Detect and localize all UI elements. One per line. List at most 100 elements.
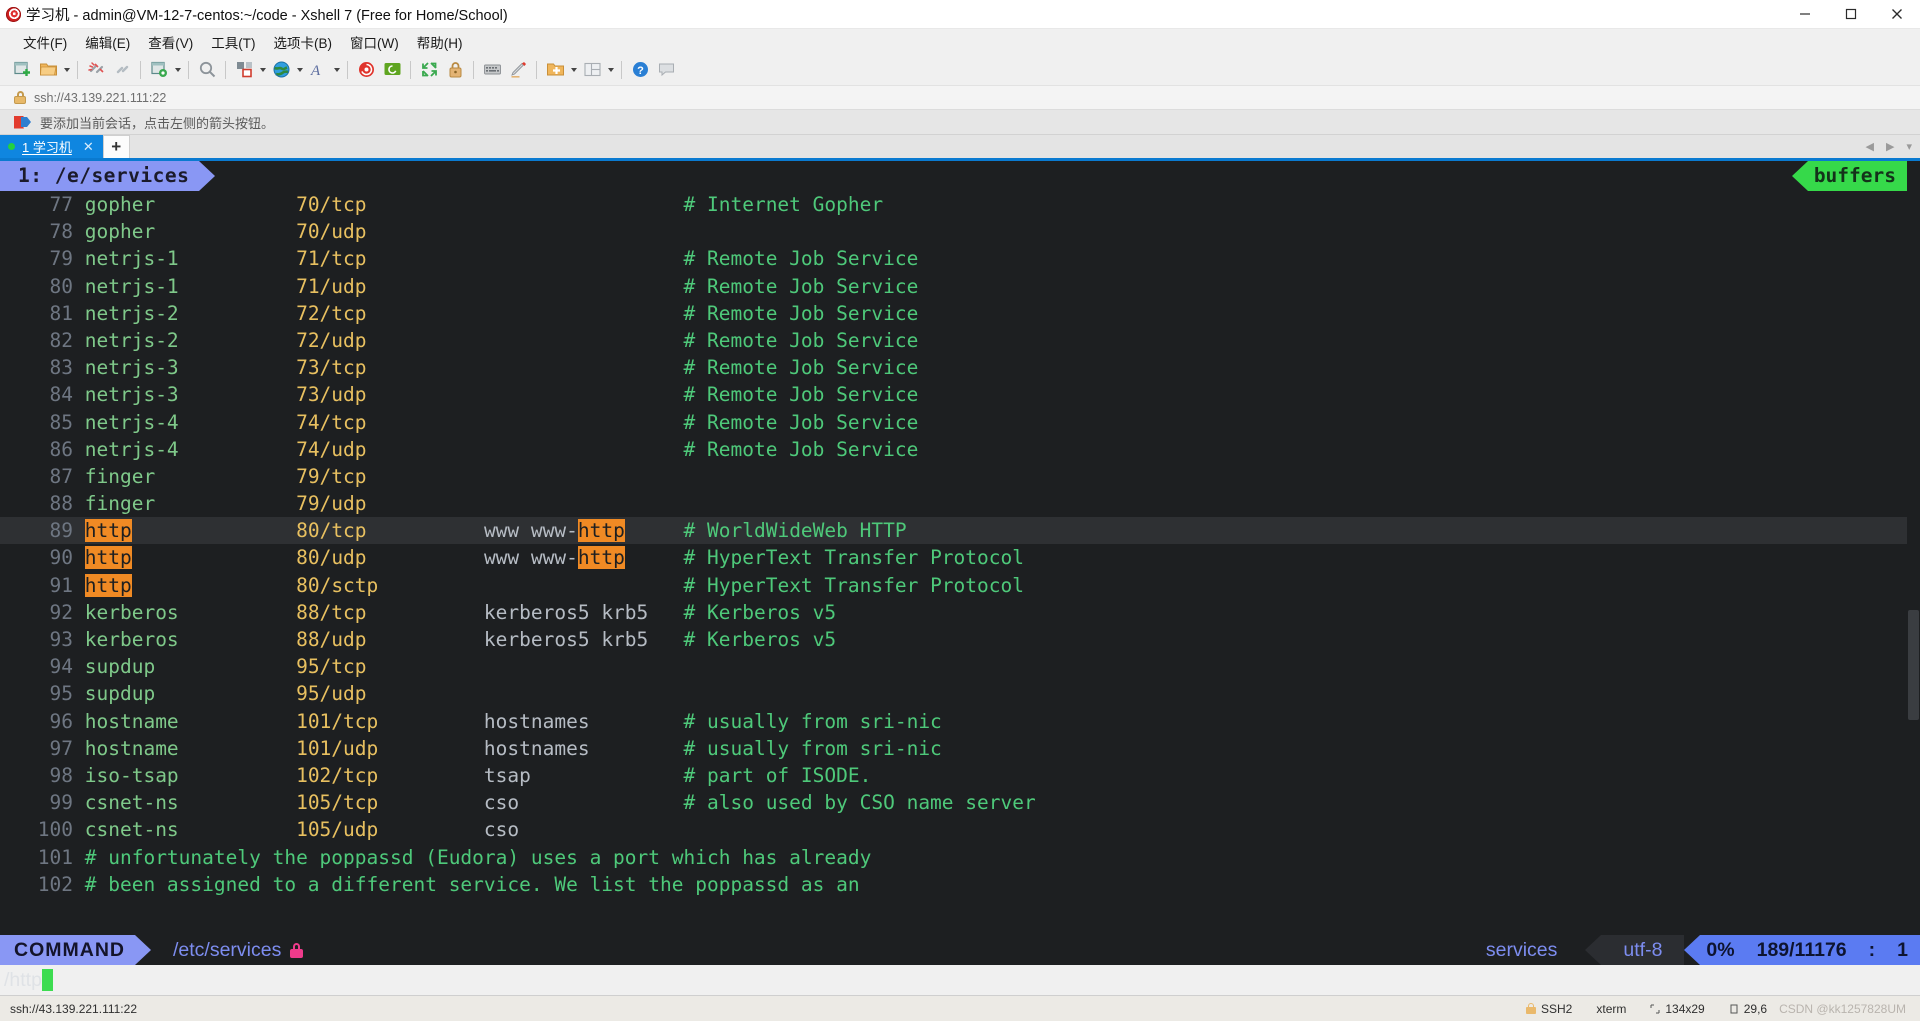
vim-command-line[interactable]: /http xyxy=(0,965,1920,995)
reconnect-icon[interactable] xyxy=(109,58,135,82)
snail-icon xyxy=(5,6,21,22)
connection-status-dot xyxy=(8,143,15,150)
add-folder-icon[interactable] xyxy=(542,58,568,82)
tab-scroll-left-icon[interactable]: ◀ xyxy=(1866,140,1874,153)
status-protocol-item: SSH2 xyxy=(1514,1002,1584,1016)
toolbar-separator xyxy=(347,60,348,79)
code-line: 98 iso-tsap 102/tcp tsap # part of ISODE… xyxy=(49,763,872,787)
xshell-window: 学习机 - admin@VM-12-7-centos:~/code - Xshe… xyxy=(0,0,1920,1021)
toolbar-separator xyxy=(140,60,141,79)
vim-status-right: services utf-8 0% 189/11176 : 1 xyxy=(1476,935,1920,965)
terminal-cursor xyxy=(41,969,53,991)
lock-icon[interactable] xyxy=(442,58,468,82)
notice-text: 要添加当前会话，点击左侧的箭头按钮。 xyxy=(40,115,275,131)
vim-line-position: 189/11176 xyxy=(1756,938,1847,961)
minimize-button[interactable] xyxy=(1782,0,1828,29)
session-properties-dropdown-icon[interactable] xyxy=(172,58,183,82)
code-line: 95 supdup 95/udp xyxy=(49,682,484,706)
status-size: 134x29 xyxy=(1665,1001,1705,1016)
code-line: 97 hostname 101/udp hostnames # usually … xyxy=(49,736,942,760)
notice-bar: 要添加当前会话，点击左侧的箭头按钮。 xyxy=(0,109,1920,135)
xshell-icon[interactable] xyxy=(353,58,379,82)
new-session-icon[interactable] xyxy=(9,58,35,82)
font-dropdown-icon[interactable] xyxy=(331,58,342,82)
menu-edit[interactable]: 编辑(E) xyxy=(76,30,139,54)
globe-dropdown-icon[interactable] xyxy=(294,58,305,82)
address-bar[interactable]: ssh://43.139.221.111:22 xyxy=(0,85,1920,109)
session-url: ssh://43.139.221.111:22 xyxy=(34,90,167,105)
split-view-dropdown-icon[interactable] xyxy=(605,58,616,82)
code-line: 86 netrjs-4 74/udp # Remote Job Service xyxy=(49,437,919,461)
vim-sep-icon xyxy=(1585,935,1602,965)
open-folder-dropdown-icon[interactable] xyxy=(61,58,72,82)
toolbar-separator xyxy=(225,60,226,79)
session-properties-icon[interactable] xyxy=(146,58,172,82)
code-line: 83 netrjs-3 73/tcp # Remote Job Service xyxy=(49,356,919,380)
layout-dropdown-icon[interactable] xyxy=(257,58,268,82)
code-line: 99 csnet-ns 105/tcp cso # also used by C… xyxy=(49,791,1036,815)
vim-percent: 0% xyxy=(1706,938,1735,961)
tab-strip-right: ◀ ▶ ▾ xyxy=(129,135,1920,158)
highlight-pen-icon[interactable] xyxy=(505,58,531,82)
font-icon[interactable]: A xyxy=(305,58,331,82)
vim-tabline-left[interactable]: 1: /e/services xyxy=(0,161,216,191)
layout-icon[interactable] xyxy=(231,58,257,82)
lock-icon xyxy=(14,91,26,104)
code-line: 89 http 80/tcp www www-http # WorldWideW… xyxy=(0,517,1920,545)
code-line: 90 http 80/udp www www-http # HyperText … xyxy=(49,546,1024,570)
add-folder-dropdown-icon[interactable] xyxy=(568,58,579,82)
status-bar: ssh://43.139.221.111:22 SSH2 xterm 134x2… xyxy=(0,995,1920,1021)
tab-list-icon[interactable]: ▾ xyxy=(1906,140,1912,153)
open-folder-icon[interactable] xyxy=(35,58,61,82)
menu-view[interactable]: 查看(V) xyxy=(139,30,202,54)
close-button[interactable] xyxy=(1874,0,1920,29)
fullscreen-icon[interactable] xyxy=(416,58,442,82)
vim-encoding: utf-8 xyxy=(1601,935,1685,965)
file-content[interactable]: 77 gopher 70/tcp # Internet Gopher 78 gop… xyxy=(0,191,1920,898)
status-size-item: 134x29 xyxy=(1638,1002,1716,1016)
status-url-wrap: ssh://43.139.221.111:22 xyxy=(10,1002,137,1016)
status-terminal-type: xterm xyxy=(1596,1001,1627,1016)
toolbar-separator xyxy=(536,60,537,79)
menu-help[interactable]: 帮助(H) xyxy=(408,30,472,54)
disconnect-icon[interactable] xyxy=(83,58,109,82)
maximize-button[interactable] xyxy=(1828,0,1874,29)
menu-tabs[interactable]: 选项卡(B) xyxy=(265,30,342,54)
new-tab-button[interactable]: + xyxy=(102,135,130,158)
terminal-scrollbar[interactable] xyxy=(1907,161,1920,935)
split-view-icon[interactable] xyxy=(579,58,605,82)
find-icon[interactable] xyxy=(194,58,220,82)
status-cursor-item: 29,6 xyxy=(1717,1002,1779,1016)
vim-tabline-right: buffers xyxy=(1791,161,1920,191)
menu-tools[interactable]: 工具(T) xyxy=(202,30,264,54)
keyboard-icon[interactable] xyxy=(479,58,505,82)
cursor-icon xyxy=(1730,1004,1738,1013)
code-line: 85 netrjs-4 74/tcp # Remote Job Service xyxy=(49,410,919,434)
vim-buffers-arrow-icon xyxy=(1791,161,1808,191)
menu-window[interactable]: 窗口(W) xyxy=(341,30,408,54)
xftp-icon[interactable] xyxy=(379,58,405,82)
code-line: 84 netrjs-3 73/udp # Remote Job Service xyxy=(49,383,919,407)
code-line: 77 gopher 70/tcp # Internet Gopher xyxy=(49,193,884,216)
help-icon[interactable]: ? xyxy=(627,58,653,82)
toolbar: A ? xyxy=(0,54,1920,85)
session-tab[interactable]: 1 学习机 ✕ xyxy=(0,135,103,158)
code-line: 79 netrjs-1 71/tcp # Remote Job Service xyxy=(49,247,919,271)
close-tab-icon[interactable]: ✕ xyxy=(83,139,94,155)
vim-filetype: services xyxy=(1485,938,1558,961)
terminal-area[interactable]: 1: /e/services buffers 77 gopher 70/tcp … xyxy=(0,161,1920,935)
flag-arrow-icon xyxy=(14,115,31,129)
vim-status-line: COMMAND /etc/services services utf-8 0% … xyxy=(0,935,1920,965)
code-line: 92 kerberos 88/tcp kerberos5 krb5 # Kerb… xyxy=(49,600,837,624)
menu-file[interactable]: 文件(F) xyxy=(14,30,76,54)
vim-file-path: /etc/services xyxy=(172,938,282,961)
code-line: 93 kerberos 88/udp kerberos5 krb5 # Kerb… xyxy=(49,628,837,651)
tab-strip: 1 学习机 ✕ + ◀ ▶ ▾ xyxy=(0,135,1920,161)
tab-scroll-right-icon[interactable]: ▶ xyxy=(1886,140,1894,153)
chat-icon[interactable] xyxy=(653,58,679,82)
terminal-scrollbar-thumb[interactable] xyxy=(1908,609,1919,720)
vim-buffers-label: buffers xyxy=(1807,161,1920,191)
globe-icon[interactable] xyxy=(268,58,294,82)
watermark: CSDN @kk1257828UM xyxy=(1779,1001,1906,1016)
vim-mode-arrow-icon xyxy=(134,935,151,965)
